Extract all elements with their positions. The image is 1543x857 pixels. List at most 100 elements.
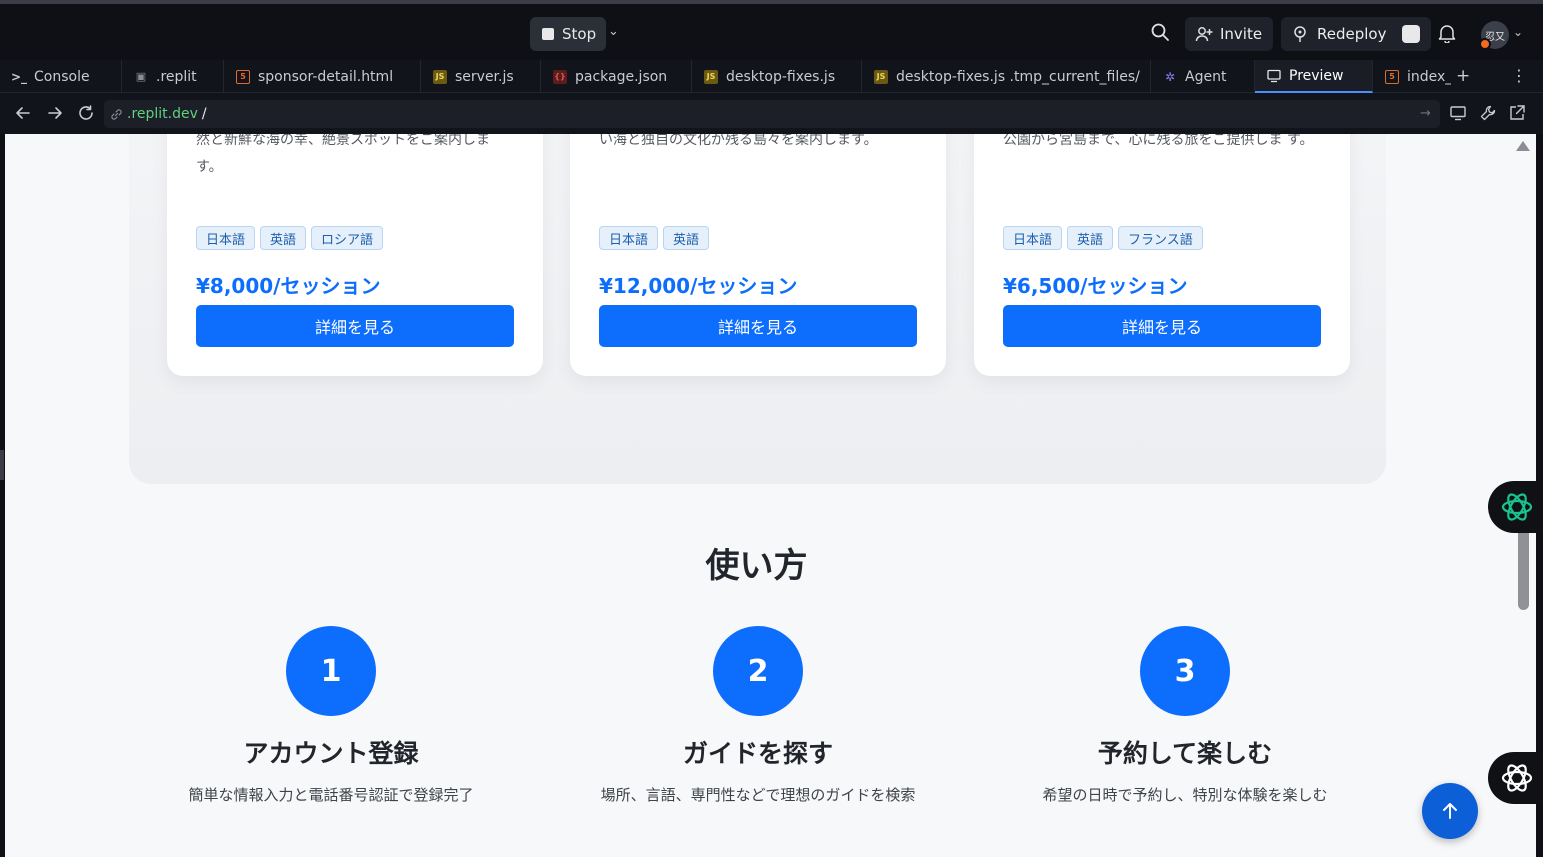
tab-label: .replit bbox=[156, 68, 197, 85]
how-to-title: 使い方 bbox=[705, 546, 808, 586]
tab-label: desktop-fixes.js .tmp_current_files/ bbox=[896, 68, 1140, 85]
stop-icon bbox=[542, 28, 554, 40]
tab-bar: >_ Console ▣ .replit 5 sponsor-detail.ht… bbox=[0, 60, 1543, 93]
terminal-icon: >_ bbox=[10, 69, 28, 84]
preview-viewport[interactable]: 然と新鮮な海の幸、絶景スポットをご案内しま す。 日本語 英語 ロシア語 ¥8,… bbox=[5, 134, 1536, 857]
tab-label: desktop-fixes.js bbox=[726, 68, 836, 85]
tab-label: Preview bbox=[1289, 67, 1344, 84]
tab-replit[interactable]: ▣ .replit bbox=[122, 60, 224, 93]
forward-icon[interactable] bbox=[46, 104, 64, 122]
view-details-button[interactable]: 詳細を見る bbox=[599, 305, 917, 347]
url-input[interactable]: .replit.dev / bbox=[104, 100, 1440, 128]
chevron-down-icon[interactable]: ⌄ bbox=[608, 24, 619, 39]
stop-button[interactable]: Stop bbox=[530, 17, 606, 51]
preview-icon bbox=[1267, 69, 1281, 82]
openai-icon bbox=[1501, 764, 1533, 792]
guide-price: ¥6,500/セッション bbox=[1003, 274, 1188, 298]
open-external-icon[interactable] bbox=[1508, 104, 1526, 122]
device-preview-icon[interactable] bbox=[1449, 104, 1467, 122]
tab-console[interactable]: >_ Console bbox=[0, 60, 122, 93]
tab-preview[interactable]: Preview bbox=[1255, 60, 1373, 93]
tab-label: package.json bbox=[575, 68, 668, 85]
tab-label: server.js bbox=[455, 68, 514, 85]
tab-label: Console bbox=[34, 68, 90, 85]
js-icon: JS bbox=[433, 69, 447, 84]
step-number: 3 bbox=[1140, 626, 1230, 716]
step-description: 簡単な情報入力と電話番号認証で登録完了 bbox=[188, 786, 474, 804]
invite-label: Invite bbox=[1220, 25, 1263, 43]
language-tags: 日本語 英語 bbox=[599, 226, 710, 250]
step-number: 2 bbox=[713, 626, 803, 716]
link-icon bbox=[111, 108, 122, 120]
tab-label: sponsor-detail.html bbox=[258, 68, 394, 85]
back-icon[interactable] bbox=[14, 104, 32, 122]
add-tab-icon[interactable]: + bbox=[1456, 66, 1470, 86]
view-details-button[interactable]: 詳細を見る bbox=[196, 305, 514, 347]
arrow-up-icon bbox=[1443, 803, 1457, 819]
more-options-icon[interactable]: ⋮ bbox=[1511, 66, 1527, 85]
replit-icon: ▣ bbox=[135, 70, 147, 83]
go-arrow-icon[interactable]: → bbox=[1420, 106, 1431, 121]
language-tag: 日本語 bbox=[196, 226, 256, 250]
tab-index[interactable]: 5 index_ bbox=[1373, 60, 1451, 93]
js-icon: JS bbox=[874, 69, 888, 84]
step-item: 1 アカウント登録 簡単な情報入力と電話番号認証で登録完了 bbox=[131, 626, 531, 805]
tab-server-js[interactable]: JS server.js bbox=[421, 60, 541, 93]
guide-card: い海と独自の文化が残る島々を案内します。 日本語 英語 ¥12,000/セッショ… bbox=[570, 134, 946, 376]
redeploy-label: Redeploy bbox=[1317, 25, 1387, 43]
scroll-up-arrow[interactable] bbox=[1516, 141, 1530, 151]
url-path: / bbox=[201, 106, 207, 122]
language-tags: 日本語 英語 フランス語 bbox=[1003, 226, 1203, 250]
language-tag: 日本語 bbox=[1003, 226, 1063, 250]
step-description: 希望の日時で予約し、特別な体験を楽しむ bbox=[1042, 786, 1328, 804]
js-icon: JS bbox=[704, 69, 718, 84]
scrollbar-thumb[interactable] bbox=[1518, 520, 1529, 610]
deploy-status-icon[interactable] bbox=[1402, 25, 1421, 43]
url-host: .replit.dev bbox=[127, 106, 198, 122]
step-title: ガイドを探す bbox=[682, 739, 833, 768]
top-bar: Stop ⌄ Invite Redeploy 忍又 ⌄ bbox=[0, 0, 1543, 60]
reload-icon[interactable] bbox=[77, 104, 95, 122]
chevron-down-icon[interactable]: ⌄ bbox=[1513, 25, 1523, 39]
step-description: 場所、言語、専門性などで理想のガイドを検索 bbox=[600, 786, 916, 804]
html-icon: 5 bbox=[1385, 69, 1399, 84]
language-tags: 日本語 英語 ロシア語 bbox=[196, 226, 384, 250]
language-tag: 英語 bbox=[663, 226, 710, 250]
redeploy-button[interactable]: Redeploy bbox=[1281, 17, 1431, 51]
language-tag: フランス語 bbox=[1118, 226, 1203, 250]
tab-package-json[interactable]: {} package.json bbox=[541, 60, 692, 93]
html-icon: 5 bbox=[236, 69, 250, 84]
guide-price: ¥8,000/セッション bbox=[196, 274, 381, 298]
chatgpt-widget[interactable] bbox=[1488, 481, 1543, 533]
language-tag: 日本語 bbox=[599, 226, 659, 250]
tab-label: Agent bbox=[1185, 68, 1227, 85]
guide-card: 然と新鮮な海の幸、絶景スポットをご案内しま す。 日本語 英語 ロシア語 ¥8,… bbox=[167, 134, 543, 376]
step-title: アカウント登録 bbox=[243, 739, 419, 768]
invite-button[interactable]: Invite bbox=[1185, 17, 1273, 51]
tab-desktop-fixes-tmp[interactable]: JS desktop-fixes.js .tmp_current_files/ bbox=[862, 60, 1151, 93]
guide-description: 公園から宮島まで、心に残る旅をご提供しま す。 bbox=[1003, 134, 1314, 148]
language-tag: 英語 bbox=[260, 226, 307, 250]
guide-description: い海と独自の文化が残る島々を案内します。 bbox=[599, 134, 878, 148]
bell-icon[interactable] bbox=[1438, 23, 1456, 43]
step-item: 2 ガイドを探す 場所、言語、専門性などで理想のガイドを検索 bbox=[558, 626, 958, 805]
panel-resize-handle[interactable] bbox=[0, 450, 4, 480]
devtools-wrench-icon[interactable] bbox=[1479, 104, 1497, 122]
step-item: 3 予約して楽しむ 希望の日時で予約し、特別な体験を楽しむ bbox=[985, 626, 1385, 805]
view-details-button[interactable]: 詳細を見る bbox=[1003, 305, 1321, 347]
avatar-status-badge bbox=[1479, 38, 1491, 50]
json-icon: {} bbox=[553, 69, 567, 84]
search-icon[interactable] bbox=[1150, 22, 1170, 42]
step-title: 予約して楽しむ bbox=[1097, 739, 1273, 768]
tab-agent[interactable]: ✲ Agent bbox=[1151, 60, 1255, 93]
tab-desktop-fixes[interactable]: JS desktop-fixes.js bbox=[692, 60, 862, 93]
guide-price: ¥12,000/セッション bbox=[599, 274, 798, 298]
stop-label: Stop bbox=[562, 25, 597, 43]
language-tag: 英語 bbox=[1067, 226, 1114, 250]
back-to-top-button[interactable] bbox=[1422, 783, 1478, 839]
tab-sponsor-detail[interactable]: 5 sponsor-detail.html bbox=[224, 60, 421, 93]
openai-icon bbox=[1501, 493, 1533, 521]
tab-label: index_ bbox=[1407, 68, 1451, 85]
assistant-widget[interactable] bbox=[1488, 752, 1543, 804]
agent-icon: ✲ bbox=[1164, 69, 1176, 84]
